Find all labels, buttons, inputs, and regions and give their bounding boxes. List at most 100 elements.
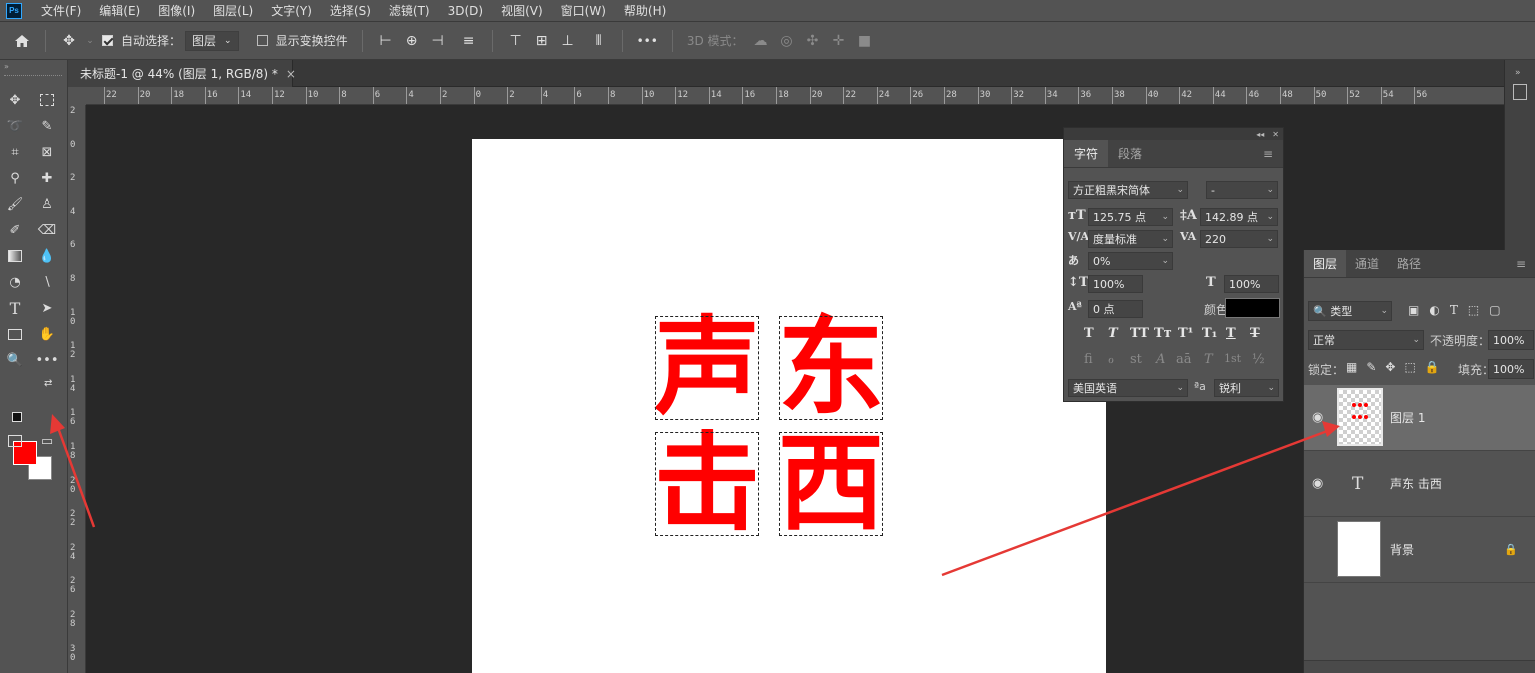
collapse-icon[interactable]: » xyxy=(1515,68,1521,78)
language-select[interactable]: 美国英语 ⌄ xyxy=(1068,379,1188,397)
lock-transparent-icon[interactable]: ▦ xyxy=(1346,360,1357,374)
pixel-filter-icon[interactable]: ▣ xyxy=(1408,303,1419,317)
menu-edit[interactable]: 编辑(E) xyxy=(90,2,149,19)
layer-name[interactable]: 背景 xyxy=(1390,541,1414,558)
blend-mode-select[interactable]: 正常 ⌄ xyxy=(1308,330,1424,350)
menu-view[interactable]: 视图(V) xyxy=(492,2,552,19)
stamp-tool[interactable]: ♙ xyxy=(36,193,58,215)
menu-help[interactable]: 帮助(H) xyxy=(615,2,675,19)
tab-layers[interactable]: 图层 xyxy=(1304,250,1347,277)
tsume-field[interactable]: 0% ⌄ xyxy=(1088,252,1173,270)
text-color-swatch[interactable] xyxy=(1225,298,1280,318)
all-caps-button[interactable]: TT xyxy=(1130,326,1149,341)
eye-icon[interactable]: ◉ xyxy=(1312,476,1328,491)
panel-menu-icon[interactable]: ≡ xyxy=(1253,140,1283,167)
vertical-ruler[interactable]: 2 0 2 4 6 8 1 0 1 2 1 4 1 6 1 8 2 0 2 2 2 4 2 6 2 8 3 0 xyxy=(68,105,86,673)
zoom-tool[interactable]: 🔍 xyxy=(4,349,26,371)
small-caps-button[interactable]: Tт xyxy=(1154,326,1172,341)
hand-tool[interactable]: ✋ xyxy=(36,323,58,345)
document-tab[interactable]: 未标题-1 @ 44% (图层 1, RGB/8) * × xyxy=(68,60,296,87)
underline-button[interactable]: T xyxy=(1226,326,1236,341)
chevron-down-icon[interactable]: ⌄ xyxy=(85,31,95,51)
collapse-icon[interactable]: » xyxy=(4,62,9,71)
properties-icon[interactable] xyxy=(1513,84,1527,100)
collapse-icon[interactable]: ◂◂ xyxy=(1256,130,1264,139)
close-icon[interactable]: × xyxy=(286,67,296,81)
menu-3d[interactable]: 3D(D) xyxy=(439,4,492,18)
titling-alt-button[interactable]: T xyxy=(1204,352,1213,367)
fill-field[interactable]: 100% xyxy=(1488,359,1534,379)
panel-header[interactable]: ◂◂ ✕ xyxy=(1064,128,1283,140)
layer-name[interactable]: 图层 1 xyxy=(1390,409,1425,426)
default-colors-icon[interactable] xyxy=(12,412,22,422)
close-icon[interactable]: ✕ xyxy=(1272,130,1279,139)
panel-menu-icon[interactable]: ≡ xyxy=(1507,250,1535,277)
layer-name[interactable]: 声东 击西 xyxy=(1390,475,1442,492)
lock-position-icon[interactable]: ✥ xyxy=(1385,360,1395,374)
discretionary-lig-button[interactable]: st xyxy=(1130,352,1142,367)
rectangle-tool[interactable] xyxy=(4,323,26,345)
font-style-select[interactable]: - ⌄ xyxy=(1206,181,1278,199)
tracking-field[interactable]: 220 ⌄ xyxy=(1200,230,1278,248)
shape-filter-icon[interactable]: ⬚ xyxy=(1468,303,1479,317)
eraser-tool[interactable]: ⌫ xyxy=(36,219,58,241)
anti-alias-select[interactable]: 锐利 ⌄ xyxy=(1214,379,1279,397)
healing-brush-tool[interactable]: ✚ xyxy=(36,167,58,189)
fractions-button[interactable]: ½ xyxy=(1252,352,1265,367)
lock-all-icon[interactable]: 🔒 xyxy=(1425,360,1440,374)
frame-tool[interactable]: ⊠ xyxy=(36,141,58,163)
strikethrough-button[interactable]: T xyxy=(1250,326,1260,341)
lock-artboard-icon[interactable]: ⬚ xyxy=(1404,360,1415,374)
layer-row[interactable]: 背景 🔒 xyxy=(1304,517,1535,583)
type-tool[interactable]: T xyxy=(4,297,26,319)
baseline-shift-field[interactable]: 0 点 xyxy=(1088,300,1143,318)
swash-button[interactable]: A xyxy=(1156,352,1165,367)
path-select-tool[interactable]: ➤ xyxy=(36,297,58,319)
screen-mode-icon[interactable]: ▭ xyxy=(36,430,58,452)
layer-row[interactable]: ◉ T 声东 击西 xyxy=(1304,451,1535,517)
ordinals-button[interactable]: 1st xyxy=(1224,352,1241,365)
eye-icon[interactable]: ◉ xyxy=(1312,410,1328,425)
superscript-button[interactable]: T¹ xyxy=(1178,326,1193,341)
move-tool-icon[interactable]: ✥ xyxy=(59,31,79,51)
marquee-tool[interactable] xyxy=(36,89,58,111)
adjustment-filter-icon[interactable]: ◐ xyxy=(1429,303,1439,317)
stylistic-alt-button[interactable]: aā xyxy=(1176,352,1192,367)
leading-field[interactable]: 142.89 点 ⌄ xyxy=(1200,208,1278,226)
more-options-button[interactable]: ••• xyxy=(637,34,658,48)
pen-tool[interactable]: ∖ xyxy=(36,271,58,293)
align-left-icon[interactable]: ⊢ xyxy=(376,31,396,51)
menu-image[interactable]: 图像(I) xyxy=(149,2,204,19)
history-brush-tool[interactable]: ✐ xyxy=(4,219,26,241)
home-icon[interactable] xyxy=(12,31,32,51)
tab-paragraph[interactable]: 段落 xyxy=(1108,140,1152,167)
align-top-icon[interactable]: ⊤ xyxy=(506,31,526,51)
menu-layer[interactable]: 图层(L) xyxy=(204,2,262,19)
menu-filter[interactable]: 滤镜(T) xyxy=(380,2,439,19)
auto-select-dropdown[interactable]: 图层 ⌄ xyxy=(185,30,239,51)
distribute-vertical-icon[interactable]: ⫴ xyxy=(589,31,609,51)
menu-type[interactable]: 文字(Y) xyxy=(262,2,321,19)
type-filter-icon[interactable]: T xyxy=(1450,303,1458,317)
opacity-field[interactable]: 100% xyxy=(1488,330,1534,350)
layer-row[interactable]: ◉ 图层 1 xyxy=(1304,385,1535,451)
blur-tool[interactable]: 💧 xyxy=(36,245,58,267)
vertical-scale-field[interactable]: 100% xyxy=(1088,275,1143,293)
canvas-area[interactable]: 声 东 击 西 xyxy=(86,105,1504,673)
font-size-field[interactable]: 125.75 点 ⌄ xyxy=(1088,208,1173,226)
3d-pan-icon[interactable]: ✣ xyxy=(803,31,823,51)
show-transform-checkbox[interactable] xyxy=(256,35,268,46)
layer-filter-select[interactable]: 🔍 类型 ⌄ xyxy=(1308,301,1392,321)
align-bottom-icon[interactable]: ⊥ xyxy=(558,31,578,51)
quick-select-tool[interactable]: ✎ xyxy=(36,115,58,137)
brush-tool[interactable]: 🖌 xyxy=(4,193,26,215)
gradient-tool[interactable] xyxy=(4,245,26,267)
move-tool[interactable]: ✥ xyxy=(4,89,26,111)
3d-roll-icon[interactable]: ◎ xyxy=(777,31,797,51)
horizontal-scale-field[interactable]: 100% xyxy=(1224,275,1279,293)
smart-object-filter-icon[interactable]: ▢ xyxy=(1489,303,1500,317)
crop-tool[interactable]: ⌗ xyxy=(4,141,26,163)
menu-select[interactable]: 选择(S) xyxy=(321,2,380,19)
toolbar-grip[interactable] xyxy=(4,75,62,77)
align-right-icon[interactable]: ⊣ xyxy=(428,31,448,51)
